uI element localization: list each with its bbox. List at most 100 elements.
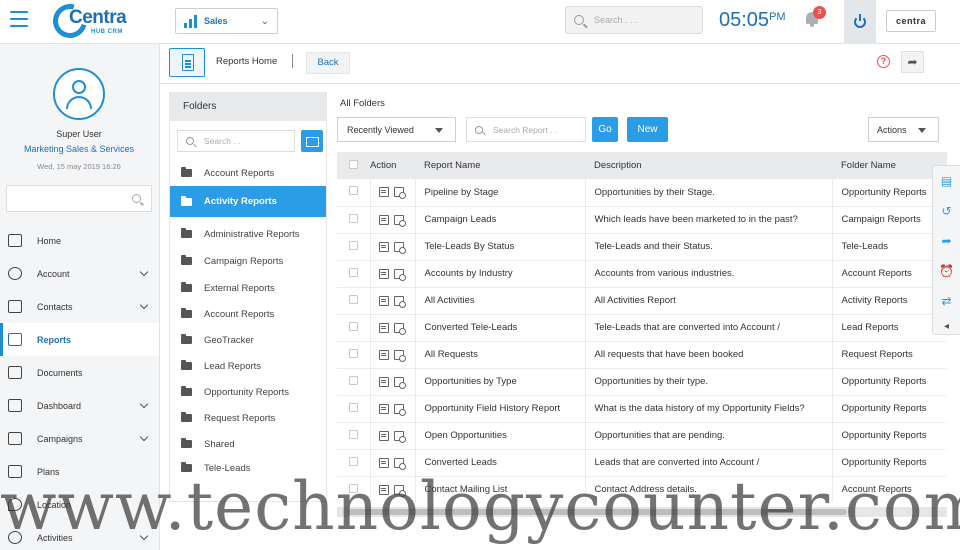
row-checkbox[interactable]: [348, 402, 358, 412]
sidebar-item-reports[interactable]: Reports: [0, 323, 159, 356]
select-all-checkbox[interactable]: [349, 159, 358, 169]
folder-item[interactable]: Lead Reports: [170, 353, 326, 379]
folder-item[interactable]: Account Reports: [170, 160, 326, 186]
row-checkbox[interactable]: [348, 240, 358, 250]
sync-icon[interactable]: ⇄: [933, 286, 960, 316]
view-select[interactable]: Recently Viewed: [337, 117, 456, 142]
table-row[interactable]: All Requests All requests that have been …: [337, 341, 947, 368]
report-name-cell[interactable]: Contact Mailing List: [415, 476, 586, 502]
table-row[interactable]: All Activities All Activities Report Activ…: [337, 287, 947, 314]
folder-item[interactable]: Opportunity Reports: [170, 379, 326, 405]
edit-icon[interactable]: [378, 241, 389, 252]
table-row[interactable]: Open Opportunities Opportunities that are…: [337, 422, 947, 449]
edit-icon[interactable]: [378, 322, 389, 333]
row-checkbox[interactable]: [348, 375, 358, 385]
table-row[interactable]: Opportunity Field History Report What is …: [337, 395, 947, 422]
report-name-cell[interactable]: Pipeline by Stage: [415, 179, 586, 206]
schedule-icon[interactable]: [393, 430, 406, 443]
column-header-report-name[interactable]: Report Name: [415, 152, 585, 179]
sidebar-item-activities[interactable]: Activities: [0, 521, 159, 550]
folder-item[interactable]: GeoTracker: [170, 327, 326, 353]
folder-search-input[interactable]: Search . .: [177, 130, 295, 152]
report-name-cell[interactable]: Tele-Leads By Status: [415, 233, 586, 260]
share-icon[interactable]: ➦: [933, 226, 960, 256]
report-name-cell[interactable]: Open Opportunities: [415, 422, 586, 449]
edit-icon[interactable]: [378, 349, 389, 360]
report-search-input[interactable]: Search Report . .: [466, 117, 586, 142]
sidebar-item-dashboard[interactable]: Dashboard: [0, 389, 159, 422]
schedule-icon[interactable]: [393, 187, 406, 200]
schedule-icon[interactable]: [393, 349, 406, 362]
table-row[interactable]: Opportunities by Type Opportunities by th…: [337, 368, 947, 395]
collapse-left-icon[interactable]: ◂: [933, 316, 960, 336]
edit-icon[interactable]: [378, 484, 389, 495]
go-button[interactable]: Go: [592, 117, 618, 142]
sidebar-item-location[interactable]: Location: [0, 488, 159, 521]
notes-icon[interactable]: ▤: [933, 166, 960, 196]
avatar[interactable]: [53, 68, 105, 120]
edit-icon[interactable]: [378, 430, 389, 441]
logout-button[interactable]: [844, 0, 876, 44]
schedule-icon[interactable]: [393, 376, 406, 389]
share-button[interactable]: ➦: [901, 51, 924, 73]
sidebar-item-home[interactable]: Home: [0, 224, 159, 257]
table-row[interactable]: Pipeline by Stage Opportunities by their …: [337, 179, 947, 206]
schedule-icon[interactable]: [393, 484, 406, 497]
report-name-cell[interactable]: All Activities: [415, 287, 586, 314]
report-name-cell[interactable]: Accounts by Industry: [415, 260, 586, 287]
alarm-icon[interactable]: ⏰: [933, 256, 960, 286]
folder-item[interactable]: Account Reports: [170, 301, 326, 327]
report-name-cell[interactable]: Converted Tele-Leads: [415, 314, 586, 341]
folder-item-active[interactable]: Activity Reports: [170, 186, 326, 217]
report-name-cell[interactable]: Campaign Leads: [415, 206, 586, 233]
folder-item[interactable]: External Reports: [170, 275, 326, 301]
module-select[interactable]: Sales ⌄: [175, 8, 278, 34]
sidebar-item-contacts[interactable]: Contacts: [0, 290, 159, 323]
table-row[interactable]: Contact Mailing List Contact Address deta…: [337, 476, 947, 502]
notifications-bell-icon[interactable]: 3: [805, 6, 826, 28]
row-checkbox[interactable]: [348, 294, 358, 304]
row-checkbox[interactable]: [348, 267, 358, 277]
edit-icon[interactable]: [378, 268, 389, 279]
edit-icon[interactable]: [378, 403, 389, 414]
help-icon[interactable]: ?: [877, 55, 890, 68]
sidebar-item-documents[interactable]: Documents: [0, 356, 159, 389]
schedule-icon[interactable]: [393, 403, 406, 416]
schedule-icon[interactable]: [393, 268, 406, 281]
table-row[interactable]: Converted Leads Leads that are converted …: [337, 449, 947, 476]
folder-item[interactable]: Shared: [170, 431, 326, 457]
new-report-button[interactable]: New: [627, 117, 668, 142]
column-header-folder-name[interactable]: Folder Name: [832, 152, 947, 179]
folder-item[interactable]: Administrative Reports: [170, 221, 326, 247]
edit-icon[interactable]: [378, 214, 389, 225]
hamburger-menu-icon[interactable]: [10, 11, 28, 27]
row-checkbox[interactable]: [348, 456, 358, 466]
report-name-cell[interactable]: All Requests: [415, 341, 586, 368]
app-logo[interactable]: Centra HUB CRM: [46, 0, 133, 45]
edit-icon[interactable]: [378, 187, 389, 198]
report-name-cell[interactable]: Converted Leads: [415, 449, 586, 476]
horizontal-scrollbar[interactable]: [337, 507, 947, 517]
row-checkbox[interactable]: [348, 186, 358, 196]
row-checkbox[interactable]: [348, 348, 358, 358]
row-checkbox[interactable]: [348, 213, 358, 223]
schedule-icon[interactable]: [393, 457, 406, 470]
report-name-cell[interactable]: Opportunities by Type: [415, 368, 586, 395]
history-icon[interactable]: ↺: [933, 196, 960, 226]
actions-select[interactable]: Actions: [868, 117, 939, 142]
report-name-cell[interactable]: Opportunity Field History Report: [415, 395, 586, 422]
user-role[interactable]: Marketing Sales & Services: [0, 144, 158, 154]
edit-icon[interactable]: [378, 457, 389, 468]
global-search-input[interactable]: Search . . .: [565, 6, 703, 34]
schedule-icon[interactable]: [393, 322, 406, 335]
sidebar-item-campaigns[interactable]: Campaigns: [0, 422, 159, 455]
row-checkbox[interactable]: [348, 321, 358, 331]
scrollbar-thumb[interactable]: [347, 509, 847, 515]
folder-item[interactable]: Request Reports: [170, 405, 326, 431]
row-checkbox[interactable]: [348, 483, 358, 493]
add-folder-button[interactable]: [301, 130, 323, 152]
column-header-description[interactable]: Description: [585, 152, 832, 179]
table-row[interactable]: Converted Tele-Leads Tele-Leads that are …: [337, 314, 947, 341]
table-row[interactable]: Accounts by Industry Accounts from variou…: [337, 260, 947, 287]
edit-icon[interactable]: [378, 295, 389, 306]
